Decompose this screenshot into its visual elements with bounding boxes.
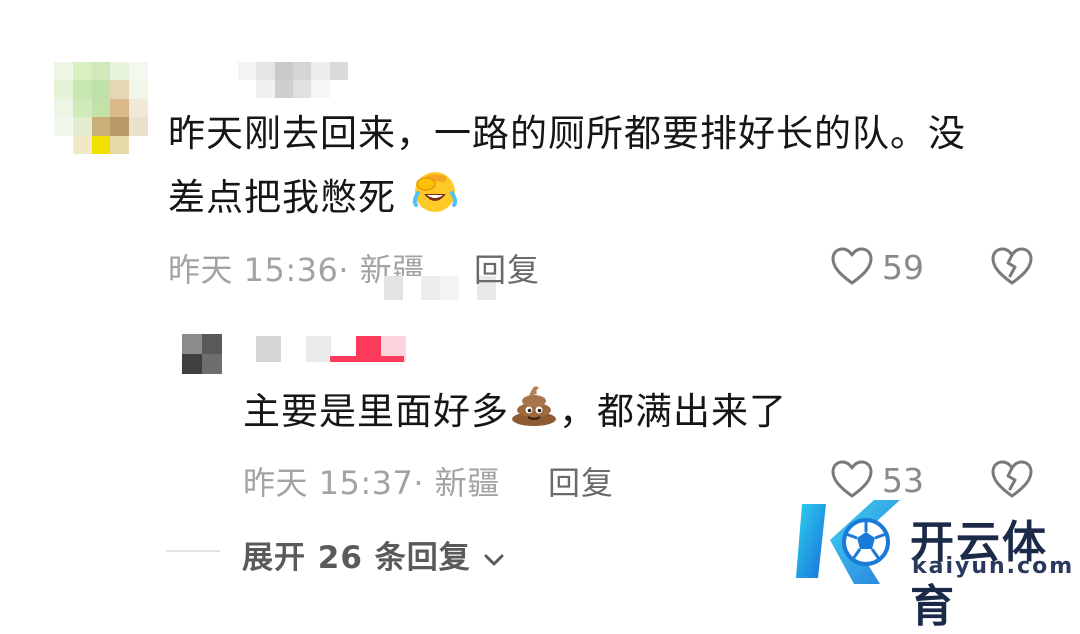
comment-time: 昨天 15:36 [168, 251, 339, 289]
broken-heart-icon [991, 460, 1033, 498]
heart-icon [831, 460, 873, 498]
kaiyun-logo-icon [796, 500, 900, 584]
poop-emoji [509, 382, 559, 446]
avatar[interactable] [54, 62, 148, 154]
reply-location: 新疆 [434, 464, 500, 502]
reply-text-before: 主要是里面好多 [243, 390, 509, 433]
comment-text: 昨天刚去回来，一路的厕所都要排好长的队。没 差点把我憋死 [168, 102, 1048, 233]
expand-divider [166, 550, 220, 552]
expand-replies-button[interactable]: 展开 26 条回复 [242, 532, 505, 577]
comment-text-line2: 差点把我憋死 [168, 166, 1048, 233]
heart-icon [831, 247, 873, 285]
comment-like-count: 59 [882, 248, 924, 287]
reply-text-after: ，都满出来了 [559, 390, 787, 433]
reply-time: 昨天 15:37 [243, 464, 414, 502]
reply-avatar[interactable] [182, 334, 222, 374]
username[interactable] [238, 62, 348, 98]
watermark-logo [796, 494, 906, 592]
comment-text-line2-text: 差点把我憋死 [168, 176, 396, 219]
comment-dislike-button[interactable] [990, 246, 1034, 286]
reply-dislike-button[interactable] [990, 459, 1034, 499]
reply-meta: 昨天 15:37· 新疆 [243, 458, 500, 504]
comment-like-button[interactable] [830, 246, 874, 286]
broken-heart-icon [991, 247, 1033, 285]
reply-reply-button[interactable]: 回复 [548, 458, 614, 504]
reply-username-underline [330, 356, 404, 362]
comment-text-line1: 昨天刚去回来，一路的厕所都要排好长的队。没 [168, 112, 966, 155]
meta-dot: · [338, 251, 350, 289]
expand-replies-label: 展开 26 条回复 [242, 540, 471, 576]
watermark-en: kaiyun.com [912, 554, 1075, 579]
comment-reply-button[interactable]: 回复 [474, 245, 540, 291]
face-palm-crying-emoji [409, 167, 461, 233]
reply-like-button[interactable] [830, 459, 874, 499]
reply-text: 主要是里面好多 ，都满出来了 [243, 380, 787, 446]
meta-dot: · [413, 464, 425, 502]
chevron-down-icon [484, 554, 504, 565]
